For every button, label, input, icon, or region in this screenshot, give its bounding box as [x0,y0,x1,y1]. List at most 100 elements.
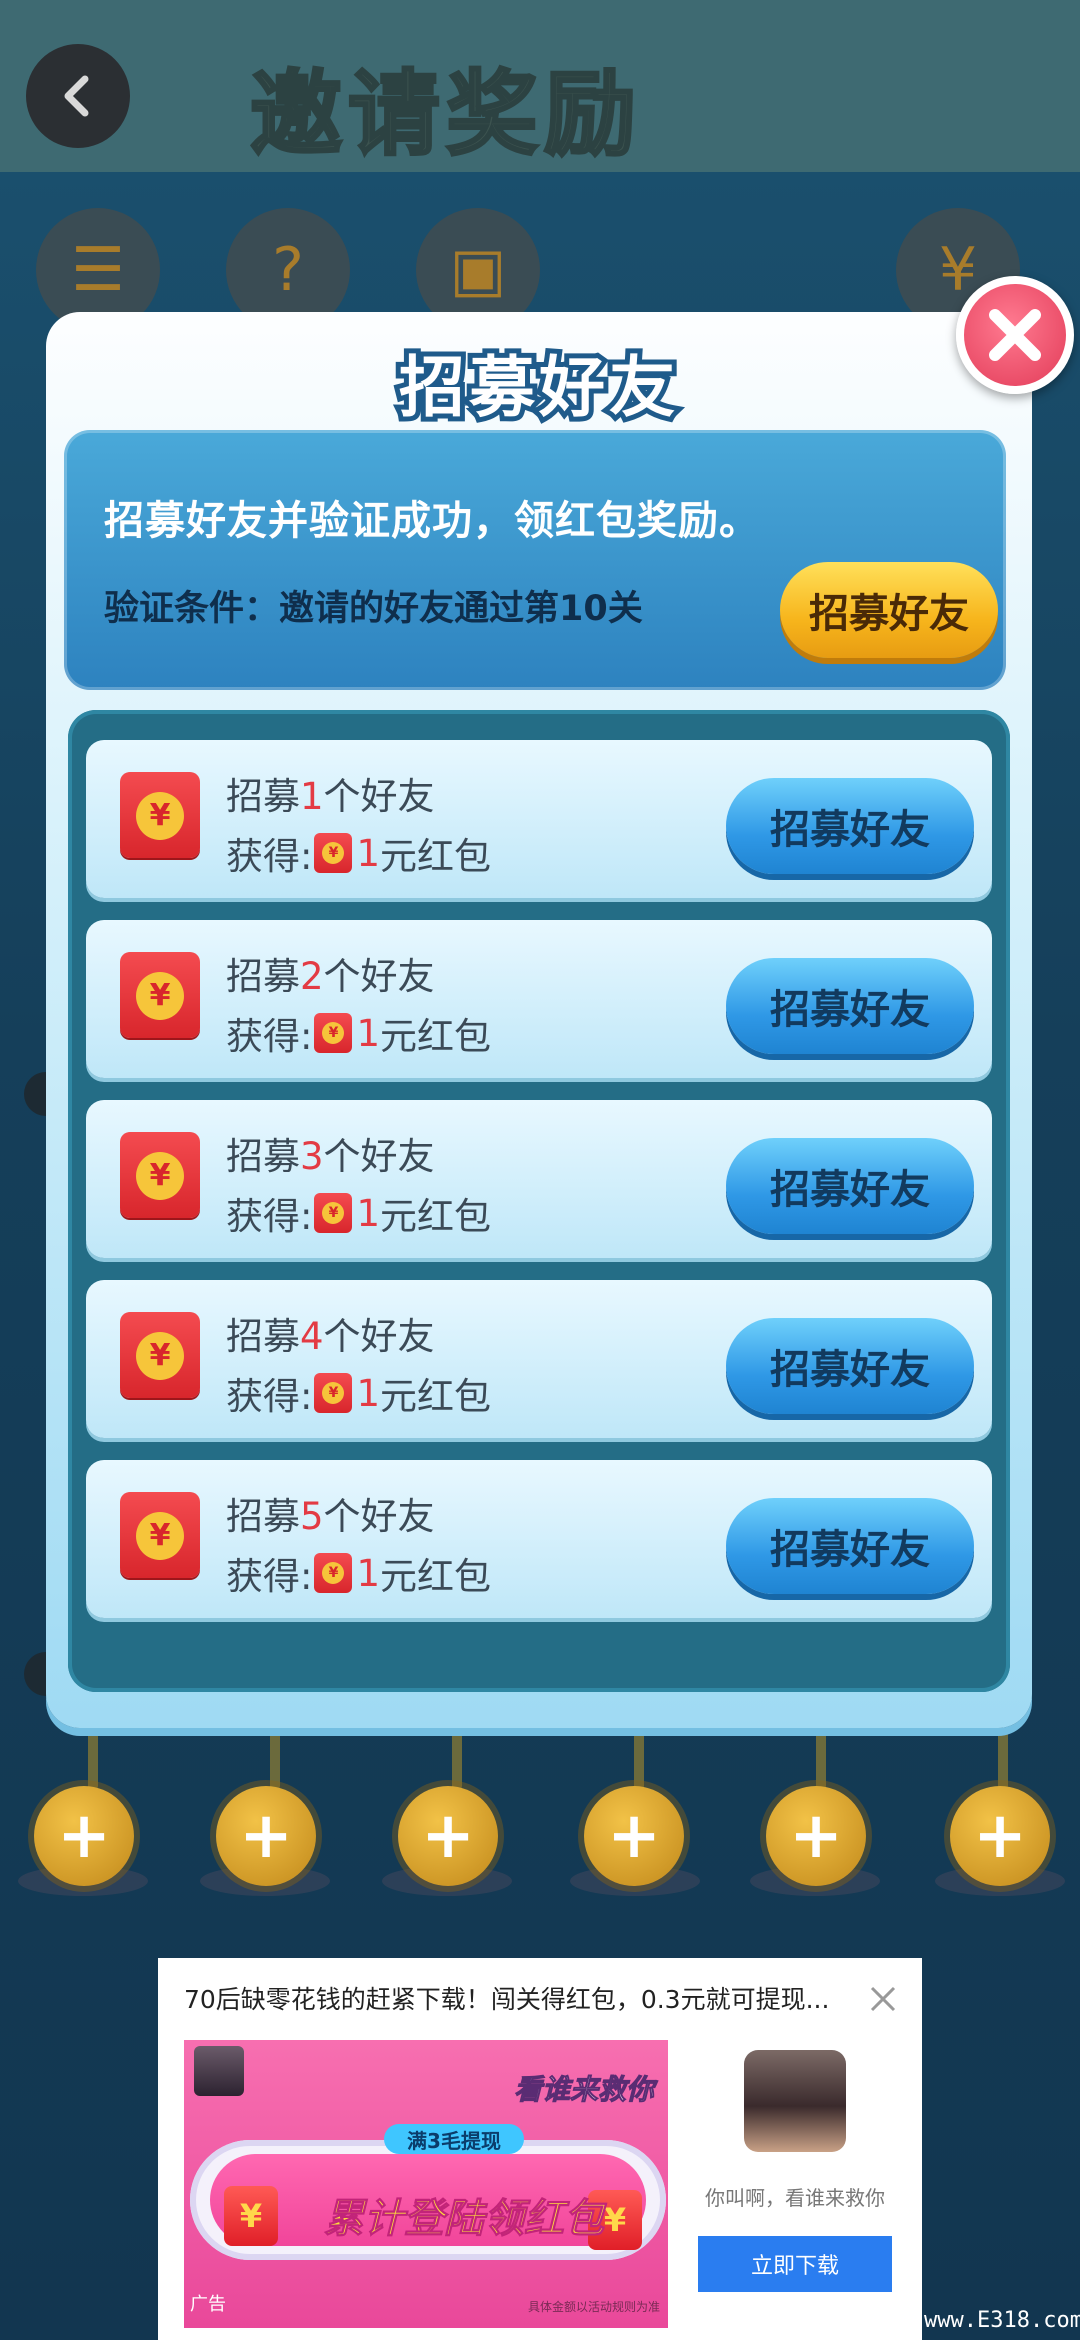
back-arrow-icon [64,75,89,117]
reward-row: ¥ 招募5个好友 获得: ¥1 元红包 招募好友 [86,1460,992,1618]
coin-stem [998,1730,1008,1790]
friend-count: 1 [300,775,324,818]
coin-plus-icon: + [34,1786,134,1886]
ad-download-button[interactable]: 立即下载 [698,2236,892,2292]
ad-banner-card[interactable]: 70后缺零花钱的赶紧下载！闯关得红包，0.3元就可提现... 看谁来救你 满3毛… [158,1958,922,2340]
requirement-suffix: 个好友 [323,1315,435,1358]
coin-plus-icon: + [766,1786,866,1886]
mini-coin: ¥ [322,842,345,864]
reward-prefix: 获得: [226,1195,313,1238]
ad-creative[interactable]: 看谁来救你 满3毛提现 ¥ ¥ 累计登陆领红包 广告 具体金额以活动规则为准 [184,2040,668,2328]
modal-close-button[interactable] [956,276,1074,394]
ad-game-logo: 看谁来救你 [513,2073,655,2107]
recruit-button-3[interactable]: 招募好友 [726,1138,974,1234]
coin-stem [88,1730,98,1790]
reward-value: 1 [356,1191,381,1235]
ad-headline: 70后缺零花钱的赶紧下载！闯关得红包，0.3元就可提现... [184,1985,830,2014]
reward-prefix: 获得: [226,1555,313,1598]
coin-stem [452,1730,462,1790]
reward-suffix: 元红包 [380,1555,492,1598]
reward-suffix: 元红包 [380,1375,492,1418]
coin-plus-icon: + [398,1786,498,1886]
reward-value: 1 [356,831,381,875]
recruit-button-4[interactable]: 招募好友 [726,1318,974,1414]
recruit-button-2[interactable]: 招募好友 [726,958,974,1054]
watermark: www.E318.com [924,2308,1080,2333]
coin-stem [634,1730,644,1790]
reward-prefix: 获得: [226,835,313,878]
ad-red-envelope-icon: ¥ [224,2186,278,2246]
reward-value: 1 [356,1011,381,1055]
ad-tag: 满3毛提现 [384,2124,524,2154]
reward-prefix: 获得: [226,1375,313,1418]
coin-plus-icon: + [584,1786,684,1886]
mini-red-envelope-icon: ¥ [314,1553,353,1593]
reward-value: 1 [356,1371,381,1415]
modal-title: 招募好友 [394,344,680,431]
reward-amount: 获得: ¥1 元红包 [226,1186,491,1240]
info-panel: 招募好友并验证成功，领红包奖励。 验证条件：邀请的好友通过第10关 招募好友 [64,430,1006,690]
mini-red-envelope-icon: ¥ [314,833,353,873]
reward-amount: 获得: ¥1 元红包 [226,826,491,880]
reward-suffix: 元红包 [380,1015,492,1058]
mini-red-envelope-icon: ¥ [314,1013,353,1053]
reward-suffix: 元红包 [380,1195,492,1238]
coin-stem [270,1730,280,1790]
close-icon [989,309,1041,361]
mini-red-envelope-icon: ¥ [314,1193,353,1233]
mini-coin: ¥ [322,1202,345,1224]
ad-close-icon[interactable] [868,1984,898,2014]
reward-row: ¥ 招募2个好友 获得: ¥1 元红包 招募好友 [86,920,992,1078]
recruit-friends-modal: 招募好友 招募好友并验证成功，领红包奖励。 验证条件：邀请的好友通过第10关 招… [46,312,1032,1728]
reward-amount: 获得: ¥1 元红包 [226,1546,491,1600]
reward-suffix: 元红包 [380,835,492,878]
requirement-prefix: 招募 [226,1495,300,1538]
reward-requirement: 招募5个好友 [226,1486,435,1540]
reward-requirement: 招募2个好友 [226,946,435,1000]
red-envelope-icon: ¥ [120,1312,200,1398]
coin-stem [816,1730,826,1790]
red-envelope-icon: ¥ [120,772,200,858]
red-envelope-icon: ¥ [120,1132,200,1218]
reward-row: ¥ 招募1个好友 获得: ¥1 元红包 招募好友 [86,740,992,898]
requirement-prefix: 招募 [226,1315,300,1358]
ad-main-text: 累计登陆领红包 [324,2196,605,2243]
reward-prefix: 获得: [226,1015,313,1058]
coin-plus-icon: + [216,1786,316,1886]
recruit-friends-main-button[interactable]: 招募好友 [780,562,998,658]
friend-count: 5 [300,1495,324,1538]
mini-red-envelope-icon: ¥ [314,1373,353,1413]
yuan-coin: ¥ [136,972,184,1020]
reward-row: ¥ 招募4个好友 获得: ¥1 元红包 招募好友 [86,1280,992,1438]
red-envelope-icon: ¥ [120,1492,200,1578]
reward-requirement: 招募1个好友 [226,766,435,820]
yuan-coin: ¥ [136,1332,184,1380]
requirement-prefix: 招募 [226,955,300,998]
recruit-button-1[interactable]: 招募好友 [726,778,974,874]
ad-fine-print: 具体金额以活动规则为准 [528,2300,661,2314]
ad-app-icon [744,2050,846,2152]
mini-coin: ¥ [322,1382,345,1404]
info-description: 招募好友并验证成功，领红包奖励。 [104,498,760,544]
reward-row: ¥ 招募3个好友 获得: ¥1 元红包 招募好友 [86,1100,992,1258]
info-condition: 验证条件：邀请的好友通过第10关 [104,589,643,629]
reward-requirement: 招募4个好友 [226,1306,435,1360]
recruit-button-5[interactable]: 招募好友 [726,1498,974,1594]
requirement-suffix: 个好友 [323,955,435,998]
yuan-coin: ¥ [136,1512,184,1560]
back-button[interactable] [26,44,130,148]
red-envelope-icon: ¥ [120,952,200,1038]
yuan-coin: ¥ [136,792,184,840]
mini-coin: ¥ [322,1562,345,1584]
ad-app-description: 你叫啊，看谁来救你 [705,2186,885,2210]
friend-count: 4 [300,1315,324,1358]
reward-value: 1 [356,1551,381,1595]
yuan-coin: ¥ [136,1152,184,1200]
ad-label: 广告 [190,2294,226,2315]
friend-count: 3 [300,1135,324,1178]
requirement-suffix: 个好友 [323,775,435,818]
ad-character-thumbnail [194,2046,244,2096]
reward-amount: 获得: ¥1 元红包 [226,1366,491,1420]
reward-amount: 获得: ¥1 元红包 [226,1006,491,1060]
background-page-title: 邀请奖励 [249,60,643,170]
